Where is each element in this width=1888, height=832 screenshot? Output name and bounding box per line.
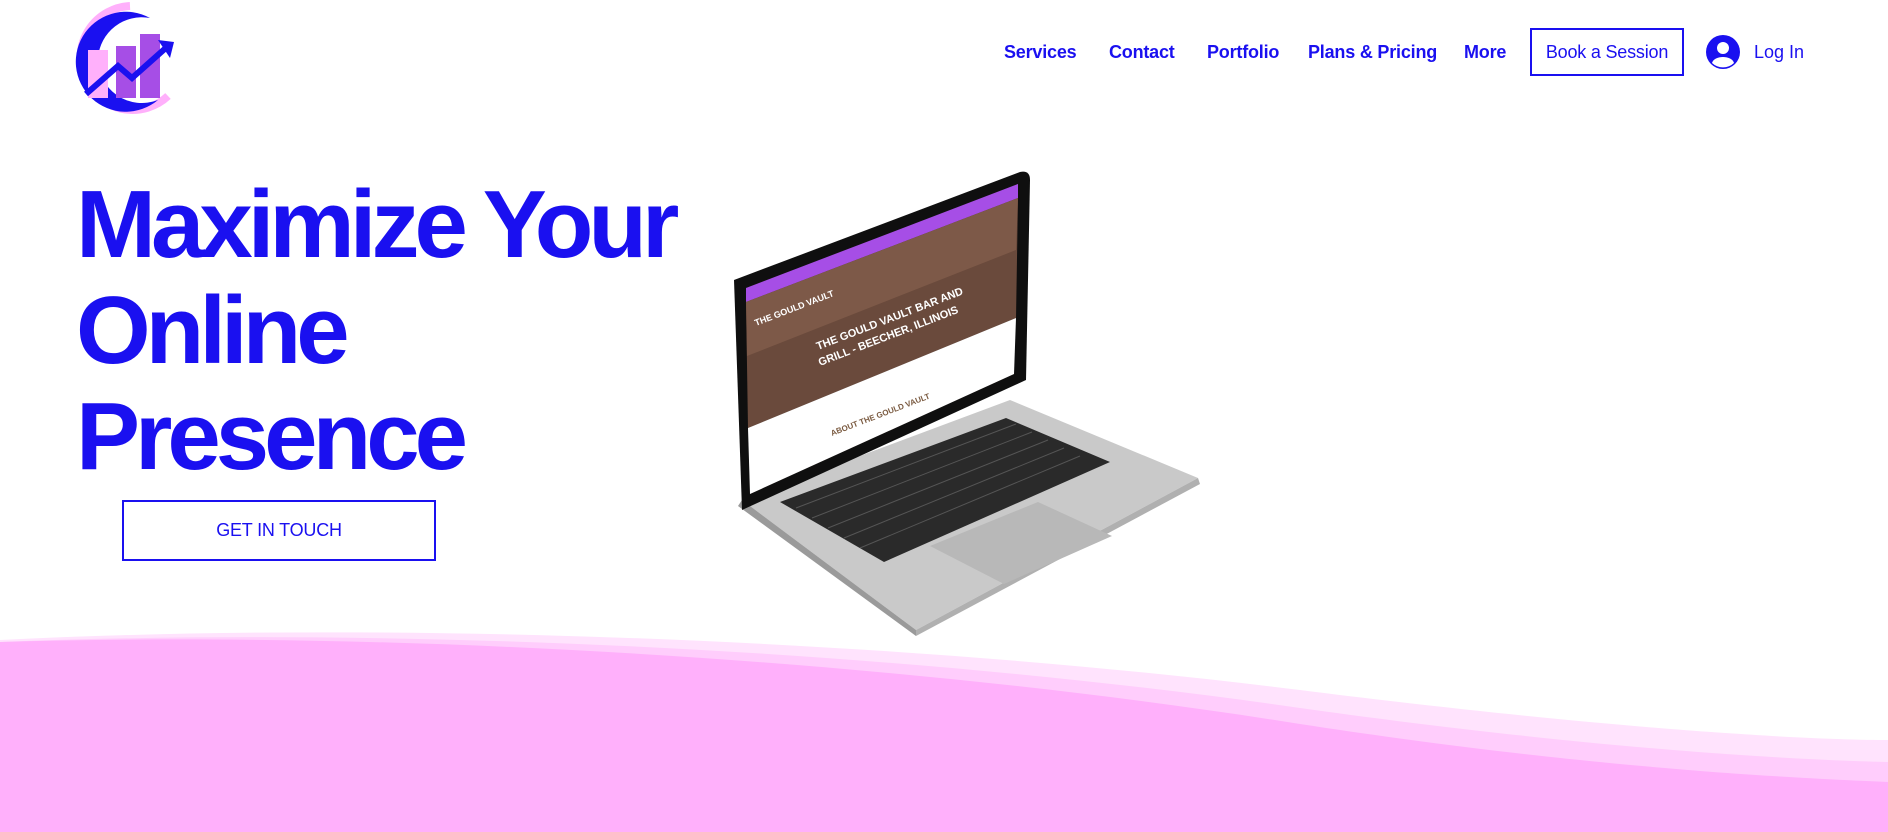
get-in-touch-button[interactable]: GET IN TOUCH bbox=[122, 500, 436, 561]
hero-heading: Maximize Your Online Presence bbox=[76, 172, 716, 490]
nav-item-contact[interactable]: Contact bbox=[1109, 42, 1175, 63]
nav-item-more[interactable]: More bbox=[1464, 42, 1506, 63]
book-session-button[interactable]: Book a Session bbox=[1530, 28, 1684, 76]
hero-heading-line: Presence bbox=[76, 383, 468, 490]
login-label: Log In bbox=[1754, 41, 1805, 62]
page: Services Contact Portfolio Plans & Prici… bbox=[0, 0, 1888, 832]
nav-item-services[interactable]: Services bbox=[1004, 42, 1077, 63]
nav-item-portfolio[interactable]: Portfolio bbox=[1207, 42, 1279, 63]
user-avatar-icon bbox=[1706, 35, 1740, 69]
hero-heading-line: Maximize Your bbox=[76, 171, 679, 278]
nav-item-plans-pricing[interactable]: Plans & Pricing bbox=[1308, 42, 1437, 63]
top-nav: Services Contact Portfolio Plans & Prici… bbox=[0, 28, 1888, 78]
hero-heading-line: Online bbox=[76, 277, 350, 384]
login-button[interactable]: Log In bbox=[1706, 34, 1804, 70]
laptop-image: THE GOULD VAULT THE GOULD VAULT BAR AND … bbox=[734, 171, 1200, 636]
decorative-wave bbox=[0, 632, 1888, 832]
